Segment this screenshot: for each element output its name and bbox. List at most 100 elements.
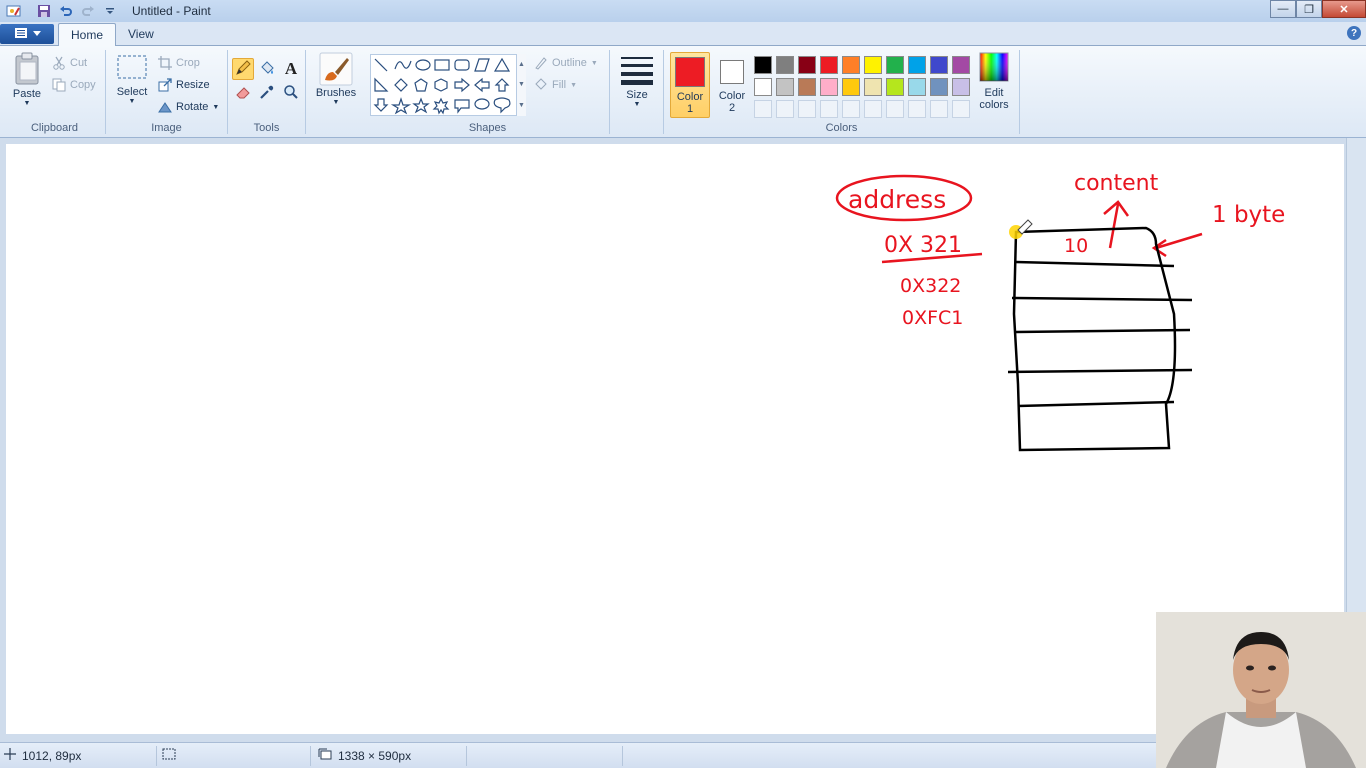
rotate-label: Rotate — [176, 101, 209, 113]
window-title: Untitled - Paint — [132, 4, 211, 18]
content-text: content — [1074, 171, 1159, 196]
palette-swatch[interactable] — [908, 78, 926, 96]
size-label: Size — [626, 89, 648, 101]
canvas-size-text: 1338 × 590px — [338, 748, 412, 763]
edit-colors-button[interactable]: Edit colors — [974, 52, 1014, 111]
redo-icon[interactable] — [80, 3, 96, 19]
fill-tool[interactable] — [256, 58, 278, 80]
shapes-gallery[interactable] — [370, 54, 526, 116]
paint-menu-button[interactable] — [0, 24, 54, 44]
resize-button[interactable]: Resize — [158, 78, 210, 92]
magnifier-tool[interactable] — [280, 82, 302, 104]
palette-swatch[interactable] — [864, 100, 882, 118]
palette-swatch[interactable] — [798, 100, 816, 118]
copy-button[interactable]: Copy — [52, 78, 96, 92]
outline-brush-icon — [534, 56, 548, 70]
canvas-size-icon — [318, 748, 332, 763]
palette-swatch[interactable] — [886, 56, 904, 74]
shapes-scroll[interactable]: ▲ ▼ ▼ — [516, 54, 526, 116]
palette-swatch[interactable] — [952, 78, 970, 96]
fill-bucket-icon — [534, 78, 548, 92]
select-rectangle-icon — [116, 54, 148, 82]
brushes-label: Brushes — [315, 87, 357, 99]
palette-swatch[interactable] — [930, 100, 948, 118]
crosshair-icon — [4, 748, 16, 763]
drawing-canvas[interactable]: address content 1 byte 0X 321 0X322 0XFC… — [6, 144, 1344, 734]
palette-swatch[interactable] — [754, 100, 772, 118]
palette-swatch[interactable] — [930, 78, 948, 96]
colors-group-label: Colors — [825, 122, 858, 134]
palette-swatch[interactable] — [798, 56, 816, 74]
paste-button[interactable]: Paste ▼ — [10, 52, 44, 107]
palette-swatch[interactable] — [754, 78, 772, 96]
rotate-button[interactable]: Rotate ▼ — [158, 100, 219, 114]
close-button[interactable]: ✕ — [1322, 0, 1366, 18]
canvas-drawing: address content 1 byte 0X 321 0X322 0XFC… — [835, 171, 1285, 452]
palette-swatch[interactable] — [776, 56, 794, 74]
palette-swatch[interactable] — [908, 56, 926, 74]
color1-button[interactable]: Color 1 — [670, 52, 710, 118]
image-group-label: Image — [151, 122, 182, 134]
palette-swatch[interactable] — [864, 78, 882, 96]
help-icon[interactable]: ? — [1347, 26, 1361, 40]
palette-swatch[interactable] — [952, 56, 970, 74]
pencil-tool[interactable] — [232, 58, 254, 80]
canvas-size: 1338 × 590px — [318, 748, 411, 763]
palette-swatch[interactable] — [842, 78, 860, 96]
eraser-tool[interactable] — [232, 82, 254, 104]
select-button[interactable]: Select ▼ — [114, 54, 150, 105]
brushes-button[interactable]: Brushes ▼ — [314, 52, 358, 106]
palette-swatch[interactable] — [820, 56, 838, 74]
palette-swatch[interactable] — [886, 78, 904, 96]
palette-swatch[interactable] — [930, 56, 948, 74]
palette-swatch[interactable] — [842, 100, 860, 118]
chevron-down-icon: ▼ — [212, 103, 220, 111]
outline-label: Outline — [552, 57, 587, 69]
palette-swatch[interactable] — [886, 100, 904, 118]
palette-swatch[interactable] — [908, 100, 926, 118]
paste-label: Paste — [12, 88, 42, 100]
color2-button[interactable]: Color 2 — [712, 52, 752, 118]
clipboard-group: Paste ▼ Cut Copy Clipboard — [4, 50, 106, 134]
text-tool[interactable]: A — [280, 58, 302, 80]
palette-swatch[interactable] — [820, 100, 838, 118]
save-icon[interactable] — [36, 3, 52, 19]
palette-swatch[interactable] — [776, 78, 794, 96]
outline-button[interactable]: Outline ▼ — [534, 56, 598, 70]
undo-icon[interactable] — [58, 3, 74, 19]
maximize-button[interactable]: ❐ — [1296, 0, 1322, 18]
paint-bucket-icon — [259, 60, 275, 79]
palette-swatch[interactable] — [842, 56, 860, 74]
cut-button[interactable]: Cut — [52, 56, 87, 70]
crop-icon — [158, 56, 172, 70]
palette-swatch[interactable] — [952, 100, 970, 118]
palette-swatch[interactable] — [864, 56, 882, 74]
pencil-cursor-icon — [1009, 219, 1033, 239]
status-divider — [466, 746, 467, 766]
palette-swatch[interactable] — [754, 56, 772, 74]
expand-gallery-icon: ▼ — [518, 102, 525, 110]
scissors-icon — [52, 56, 66, 70]
rotate-icon — [158, 100, 172, 114]
tab-view[interactable]: View — [116, 23, 166, 46]
minimize-button[interactable]: — — [1270, 0, 1296, 18]
chevron-down-icon: ▼ — [590, 59, 598, 67]
edit-colors-label: Edit — [984, 87, 1004, 99]
palette-swatch[interactable] — [820, 78, 838, 96]
crop-button[interactable]: Crop — [158, 56, 200, 70]
fill-label: Fill — [552, 79, 567, 91]
select-label: Select — [116, 86, 148, 98]
colors-group: Color 1 Color 2 Edit colors Colors — [664, 50, 1020, 134]
tab-home[interactable]: Home — [58, 23, 117, 46]
crop-label: Crop — [176, 57, 200, 69]
customize-quick-access-icon[interactable] — [102, 3, 118, 19]
color-picker-tool[interactable] — [256, 82, 278, 104]
chevron-down-icon: ▼ — [332, 99, 340, 106]
fill-button[interactable]: Fill ▼ — [534, 78, 577, 92]
copy-icon — [52, 78, 66, 92]
color2-label: Color — [718, 90, 746, 102]
palette-swatch[interactable] — [776, 100, 794, 118]
palette-swatch[interactable] — [798, 78, 816, 96]
paint-app-icon[interactable] — [6, 3, 22, 19]
size-button[interactable]: Size ▼ — [618, 54, 656, 108]
